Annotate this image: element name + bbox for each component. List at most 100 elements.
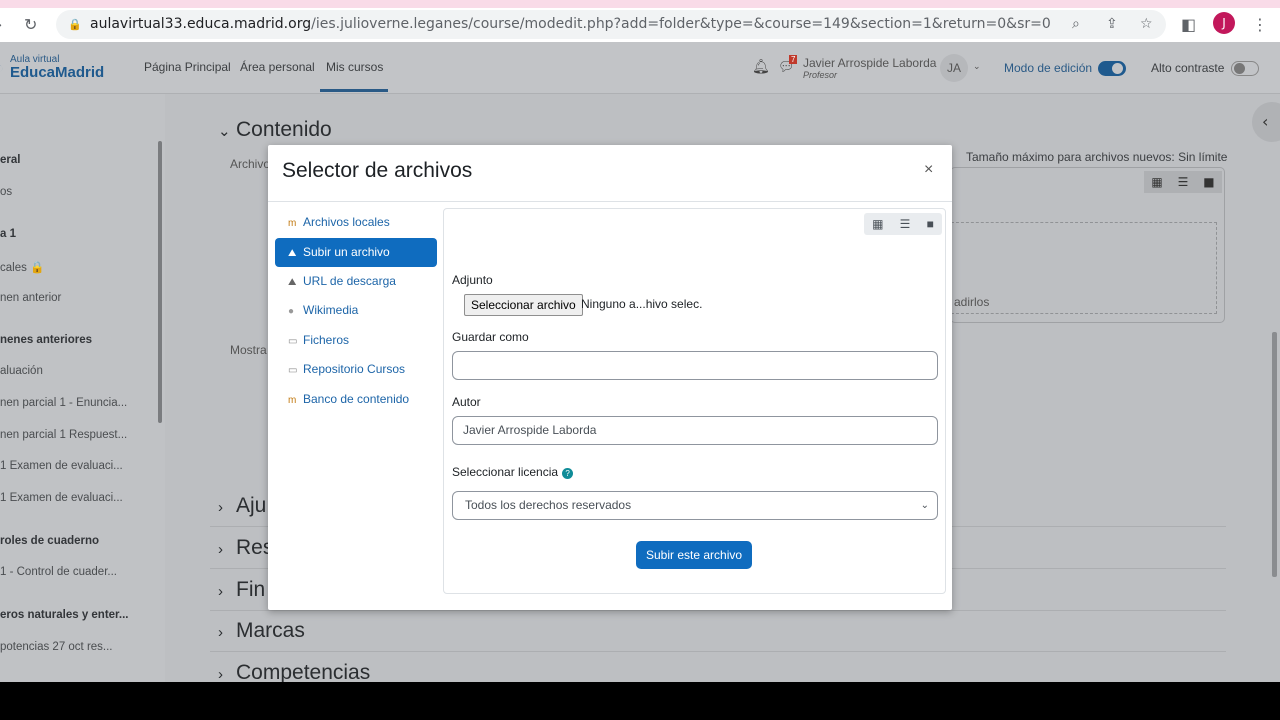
repo-label: Ficheros xyxy=(303,333,350,347)
user-role: Profesor xyxy=(803,70,838,80)
repo-label: URL de descarga xyxy=(303,274,396,288)
bookmark-star-icon[interactable]: ☆ xyxy=(1140,10,1153,39)
url-host: aulavirtual33.educa.madrid.org xyxy=(90,16,312,32)
file-picker-dialog: Selector de archivos × m Archivos locales… xyxy=(268,145,952,610)
list-view-icon[interactable]: ☰ xyxy=(900,217,911,231)
address-bar[interactable]: 🔒 aulavirtual33.educa.madrid.org/ies.jul… xyxy=(56,10,1166,39)
edit-mode-toggle[interactable] xyxy=(1098,61,1126,76)
upload-panel: ▦ ☰ ■ Adjunto Seleccionar archivo Ninguno … xyxy=(443,208,946,594)
reload-icon[interactable]: ↻ xyxy=(24,15,37,34)
profile-avatar[interactable]: J xyxy=(1213,12,1235,34)
chevron-down-icon[interactable]: ⌄ xyxy=(973,61,981,72)
lock-icon: 🔒 xyxy=(68,18,82,31)
repo-subir-archivo[interactable]: ⛰ Subir un archivo xyxy=(275,238,437,267)
no-file-text: Ninguno a...hivo selec. xyxy=(581,297,703,311)
close-button[interactable]: × xyxy=(924,161,933,179)
course-index-item[interactable]: nen parcial 1 Respuest... xyxy=(0,429,127,441)
dialog-title: Selector de archivos xyxy=(282,159,473,182)
repo-label: Subir un archivo xyxy=(303,245,390,259)
author-input[interactable]: Javier Arrospide Laborda xyxy=(452,416,938,445)
section-competencias[interactable]: › Competencias xyxy=(218,661,370,682)
chevron-down-icon: ⌄ xyxy=(218,123,231,140)
edit-mode-label: Modo de edición xyxy=(1004,61,1093,75)
chevron-right-icon: › xyxy=(218,624,223,641)
section-contenido[interactable]: ⌄ Contenido xyxy=(218,118,332,142)
user-avatar[interactable]: JA xyxy=(940,54,968,82)
message-count-badge: 7 xyxy=(789,55,798,64)
license-value: Todos los derechos reservados xyxy=(465,498,632,512)
logo[interactable]: EducaMadrid xyxy=(10,64,104,81)
url-download-icon: ⛰ xyxy=(288,277,297,288)
course-index-section[interactable]: eros naturales y enter... xyxy=(0,609,128,621)
section-title: Marcas xyxy=(236,619,305,642)
repo-label: Repositorio Cursos xyxy=(303,362,406,376)
max-size-text: Tamaño máximo para archivos nuevos: Sin … xyxy=(966,150,1228,164)
chevron-right-icon: › xyxy=(218,583,223,600)
folder-view-icon[interactable]: ■ xyxy=(1203,175,1214,189)
menu-dots-icon[interactable]: ⋮ xyxy=(1252,15,1268,34)
course-index-section[interactable]: a 1 xyxy=(0,228,16,240)
attachment-label: Adjunto xyxy=(452,273,493,287)
help-icon[interactable]: ? xyxy=(562,468,574,479)
save-as-label: Guardar como xyxy=(452,330,529,344)
course-index-item[interactable]: 1 Examen de evaluaci... xyxy=(0,460,123,472)
section-collapsed[interactable]: › Res xyxy=(218,536,273,560)
contrast-label: Alto contraste xyxy=(1151,61,1225,75)
repo-label: Wikimedia xyxy=(303,303,359,317)
chevron-right-icon: › xyxy=(218,541,223,558)
contrast-toggle[interactable] xyxy=(1231,61,1259,76)
view-buttons: ▦ ☰ ■ xyxy=(1144,171,1222,193)
share-icon[interactable]: ⇪ xyxy=(1106,10,1118,39)
course-index-item[interactable]: 1 Examen de evaluaci... xyxy=(0,492,123,504)
section-title: Contenido xyxy=(236,118,332,141)
moodle-icon: m xyxy=(288,218,297,229)
section-collapsed[interactable]: › Fin xyxy=(218,578,265,602)
course-index-item[interactable]: potencias 27 oct res... xyxy=(0,641,113,653)
license-select[interactable]: Todos los derechos reservados ⌄ xyxy=(452,491,938,520)
section-title: Aju xyxy=(236,494,267,517)
course-index-item[interactable]: nen parcial 1 - Enuncia... xyxy=(0,397,127,409)
repo-url-descarga[interactable]: ⛰ URL de descarga xyxy=(275,267,437,296)
upload-file-button[interactable]: Subir este archivo xyxy=(636,541,753,569)
nav-area-personal[interactable]: Área personal xyxy=(240,60,315,74)
view-buttons: ▦ ☰ ■ xyxy=(864,213,942,235)
list-view-icon[interactable]: ☰ xyxy=(1178,175,1189,189)
upload-icon: ⛰ xyxy=(288,248,297,259)
course-index-section[interactable]: eral xyxy=(0,154,20,166)
folder-view-icon[interactable]: ■ xyxy=(927,217,934,231)
nav-mis-cursos[interactable]: Mis cursos xyxy=(326,60,383,74)
drawer-scrollbar[interactable] xyxy=(158,141,162,423)
grid-view-icon[interactable]: ▦ xyxy=(1151,175,1162,189)
repo-banco-contenido[interactable]: m Banco de contenido xyxy=(275,385,437,414)
course-index-item[interactable]: os xyxy=(0,186,12,198)
drop-zone[interactable]: adirlos xyxy=(951,222,1217,314)
save-as-input[interactable] xyxy=(452,351,938,380)
side-panel-icon[interactable]: ◧ xyxy=(1181,15,1196,34)
course-index-item[interactable]: nen anterior xyxy=(0,292,61,304)
author-label: Autor xyxy=(452,395,481,409)
user-name: Javier Arrospide Laborda xyxy=(803,56,937,70)
course-index-item[interactable]: 1 - Control de cuader... xyxy=(0,566,117,578)
nav-pagina-principal[interactable]: Página Principal xyxy=(144,60,231,74)
repo-repositorio-cursos[interactable]: ▭ Repositorio Cursos xyxy=(275,355,437,384)
zoom-icon[interactable]: ⌕ xyxy=(1072,10,1080,39)
section-collapsed[interactable]: › Aju xyxy=(218,494,266,518)
repo-wikimedia[interactable]: ● Wikimedia xyxy=(275,296,437,325)
grid-view-icon[interactable]: ▦ xyxy=(872,217,883,231)
forward-icon[interactable]: › xyxy=(0,15,2,34)
open-right-drawer-button[interactable]: ‹ xyxy=(1252,102,1280,142)
course-index-section[interactable]: roles de cuaderno xyxy=(0,535,99,547)
course-index-section[interactable]: nenes anteriores xyxy=(0,334,92,346)
license-label: Seleccionar licencia xyxy=(452,465,559,479)
course-index-item[interactable]: cales 🔒 xyxy=(0,260,44,274)
course-index-item[interactable]: aluación xyxy=(0,365,43,377)
bell-icon[interactable]: 🔔︎ xyxy=(752,58,770,75)
repo-ficheros[interactable]: ▭ Ficheros xyxy=(275,326,437,355)
browser-tab-strip xyxy=(0,0,1280,8)
section-title: Fin xyxy=(236,578,266,601)
top-navbar: ◐ Aula virtual EducaMadrid Página Princi… xyxy=(0,42,1280,94)
page-scrollbar[interactable] xyxy=(1272,332,1277,577)
choose-file-button[interactable]: Seleccionar archivo xyxy=(464,294,583,316)
repo-archivos-locales[interactable]: m Archivos locales xyxy=(275,208,437,237)
section-marcas[interactable]: › Marcas xyxy=(218,619,305,643)
